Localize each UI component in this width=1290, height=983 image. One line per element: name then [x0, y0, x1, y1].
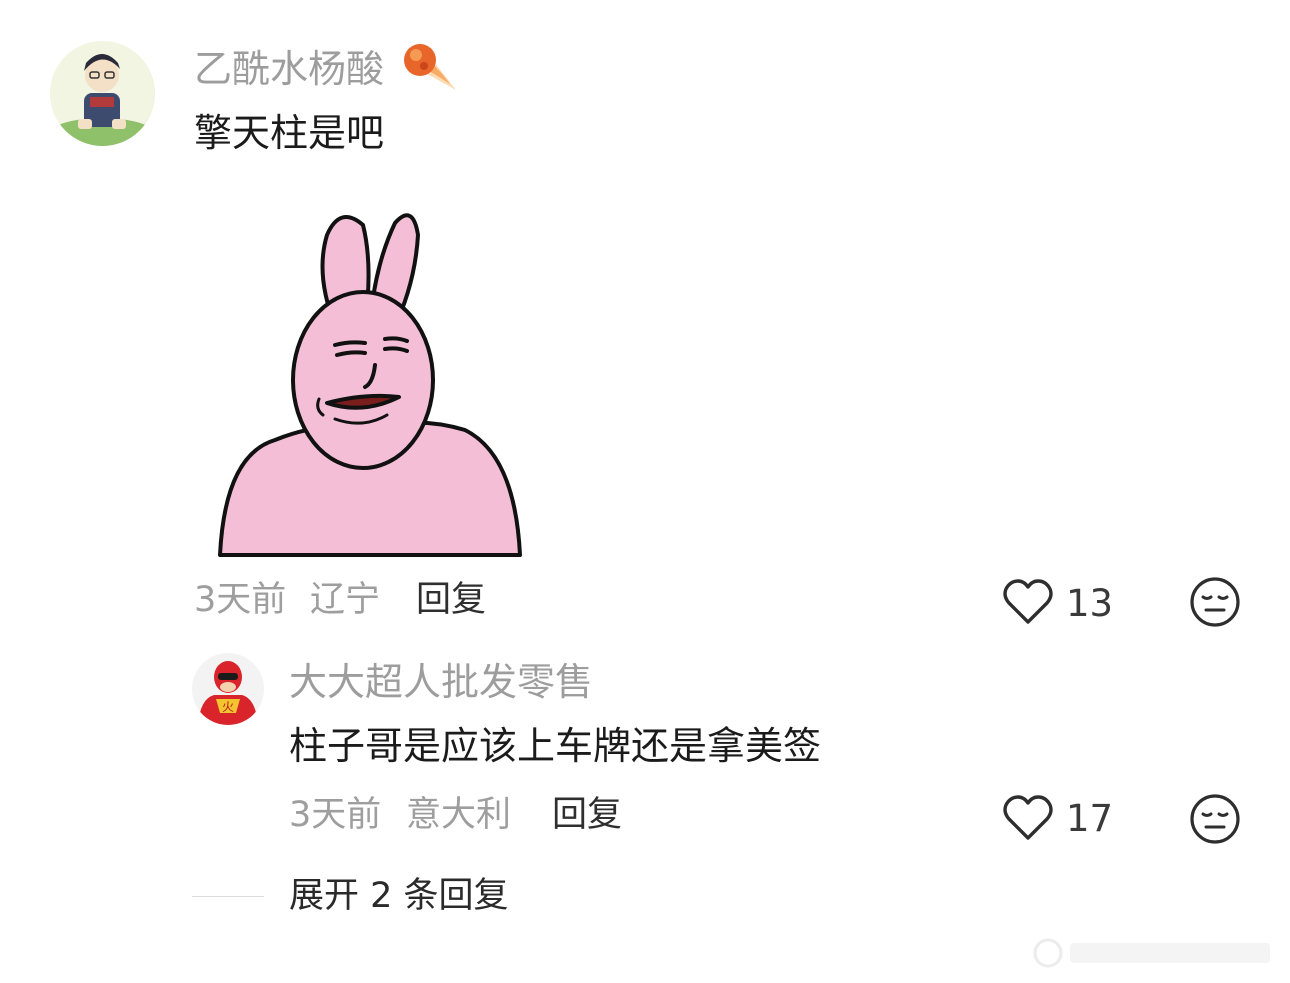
reply-text: 柱子哥是应该上车牌还是拿美签 — [289, 724, 822, 768]
reply-time: 3天前 — [289, 795, 382, 835]
comment-time: 3天前 — [194, 580, 287, 620]
reply-reply-button[interactable]: 回复 — [552, 798, 622, 833]
reply-button[interactable]: 回复 — [416, 583, 486, 618]
reply-like-button[interactable] — [1002, 794, 1054, 842]
reply-location: 意大利 — [406, 795, 512, 835]
meh-face-icon — [1190, 577, 1240, 627]
reply-avatar[interactable]: 火 — [192, 653, 264, 725]
dislike-button[interactable] — [1189, 576, 1241, 628]
heart-icon — [1003, 579, 1053, 624]
svg-text:火: 火 — [222, 700, 234, 714]
heart-icon — [1003, 795, 1053, 840]
comment-location: 辽宁 — [310, 580, 381, 620]
superhero-avatar-image: 火 — [192, 653, 264, 725]
expand-replies-button[interactable]: 展开 2 条回复 — [289, 879, 509, 914]
avatar[interactable] — [50, 41, 155, 146]
reply-username[interactable]: 大大超人批发零售 — [289, 663, 593, 701]
expand-divider — [192, 896, 264, 897]
meh-face-icon — [1190, 794, 1240, 844]
watermark — [1030, 935, 1280, 971]
username[interactable]: 乙酰水杨酸 — [194, 50, 384, 88]
reply-like-count: 17 — [1066, 797, 1114, 840]
avatar-image — [50, 41, 155, 146]
comment-text: 擎天柱是吧 — [194, 111, 385, 155]
fireball-badge-icon — [398, 40, 458, 92]
pink-rabbit-sticker[interactable] — [215, 205, 525, 560]
reply-dislike-button[interactable] — [1189, 793, 1241, 845]
like-count: 13 — [1066, 582, 1114, 625]
like-button[interactable] — [1002, 578, 1054, 626]
